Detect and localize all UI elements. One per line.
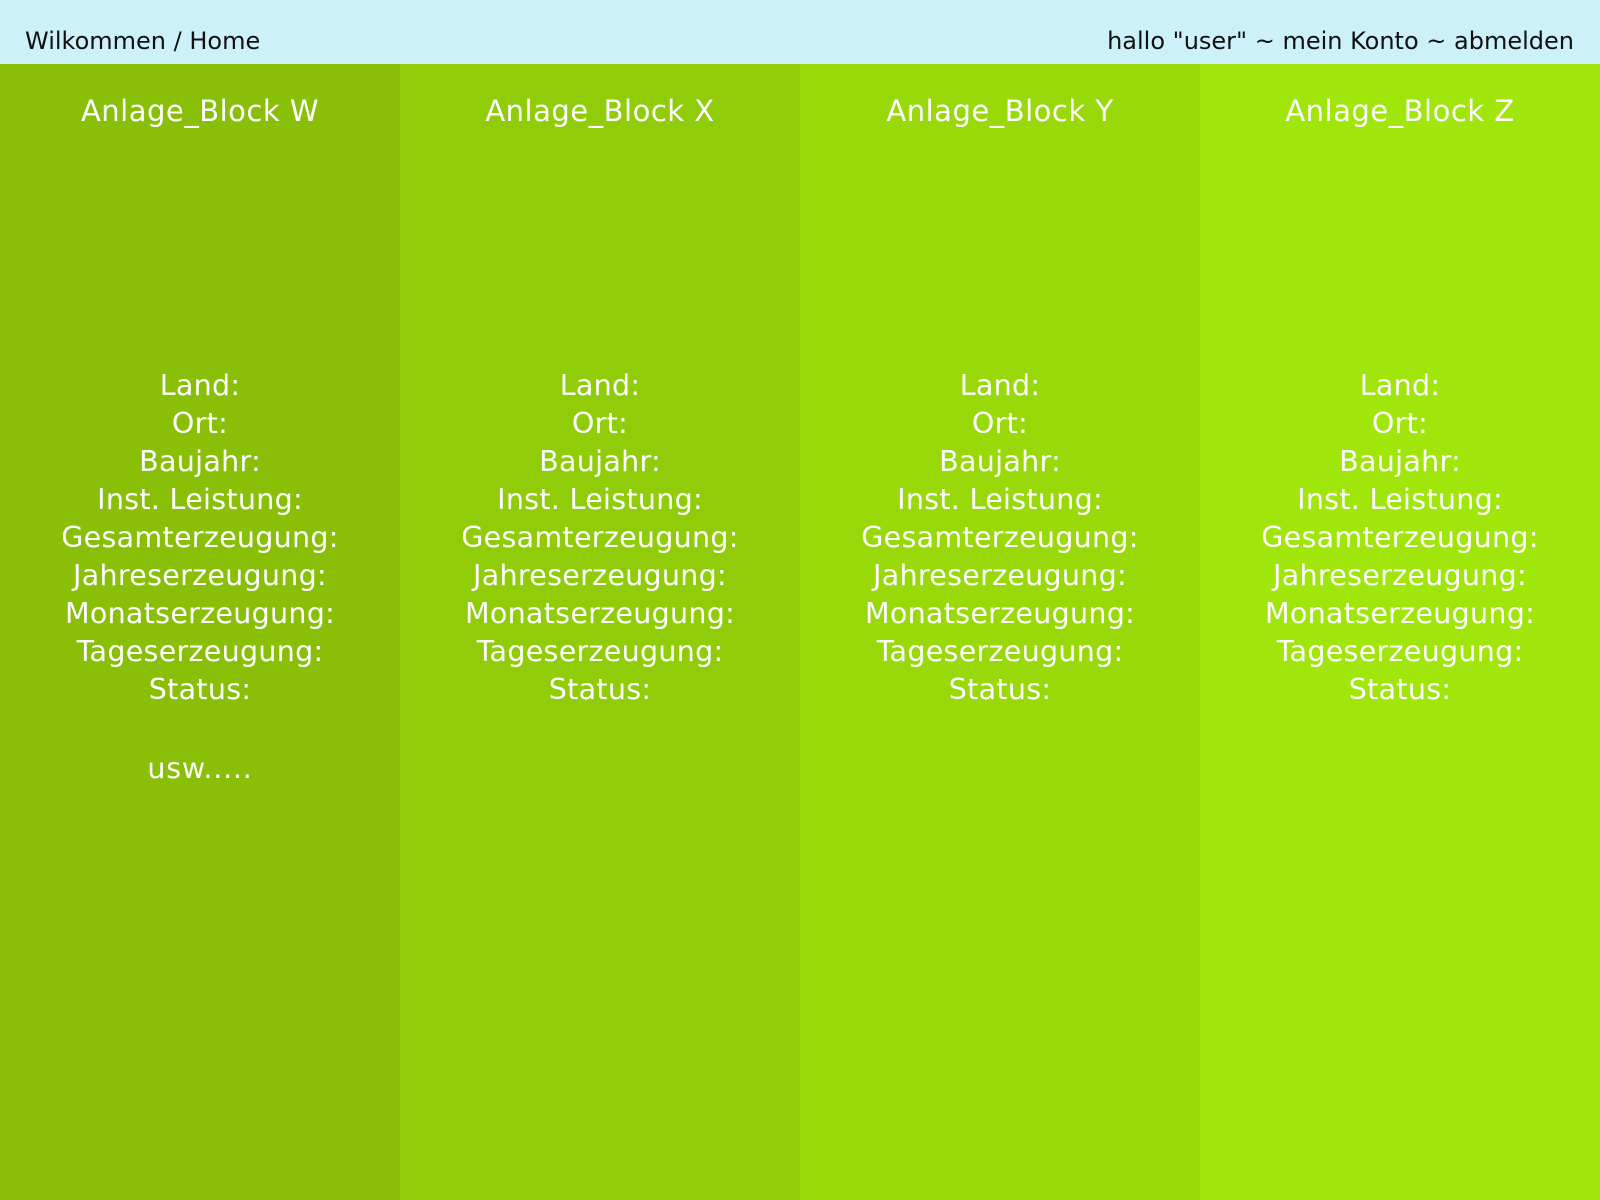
field-leistung-label: Inst. Leistung: (497, 483, 703, 516)
user-menu: hallo "user" ~ mein Konto ~ abmelden (1107, 27, 1574, 55)
field-baujahr-label: Baujahr: (1339, 445, 1461, 478)
plant-columns: Anlage_Block W Land: Ort: Baujahr: Inst.… (0, 64, 1600, 1200)
field-tageserzeugung-label: Tageserzeugung: (476, 635, 724, 668)
breadcrumb: Wilkommen / Home (25, 27, 260, 55)
field-gesamterzeugung-label: Gesamterzeugung: (461, 521, 739, 554)
field-tageserzeugung-label: Tageserzeugung: (1276, 635, 1524, 668)
field-jahreserzeugung-label: Jahreserzeugung: (73, 559, 327, 592)
field-tageserzeugung-label: Tageserzeugung: (76, 635, 324, 668)
plant-block-title[interactable]: Anlage_Block Y (800, 94, 1200, 128)
field-gesamterzeugung-label: Gesamterzeugung: (61, 521, 339, 554)
field-ort-label: Ort: (971, 407, 1029, 440)
plant-block-y: Anlage_Block Y Land: Ort: Baujahr: Inst.… (800, 64, 1200, 1200)
field-leistung-label: Inst. Leistung: (1297, 483, 1503, 516)
field-baujahr-label: Baujahr: (139, 445, 261, 478)
field-tageserzeugung-label: Tageserzeugung: (876, 635, 1124, 668)
field-baujahr-label: Baujahr: (539, 445, 661, 478)
field-status-label: Status: (148, 673, 252, 706)
field-monatserzeugung-label: Monatserzeugung: (1264, 597, 1536, 630)
plant-field-list: Land: Ort: Baujahr: Inst. Leistung: Gesa… (800, 367, 1200, 709)
field-land-label: Land: (159, 369, 241, 402)
field-baujahr-label: Baujahr: (939, 445, 1061, 478)
field-land-label: Land: (559, 369, 641, 402)
plant-field-list: Land: Ort: Baujahr: Inst. Leistung: Gesa… (0, 367, 400, 709)
user-menu-separator: ~ (1247, 27, 1283, 55)
field-monatserzeugung-label: Monatserzeugung: (864, 597, 1136, 630)
breadcrumb-home-link[interactable]: Wilkommen (25, 27, 166, 55)
field-status-label: Status: (1348, 673, 1452, 706)
field-jahreserzeugung-label: Jahreserzeugung: (1273, 559, 1527, 592)
field-land-label: Land: (1359, 369, 1441, 402)
plant-field-list: Land: Ort: Baujahr: Inst. Leistung: Gesa… (1200, 367, 1600, 709)
field-jahreserzeugung-label: Jahreserzeugung: (473, 559, 727, 592)
account-link[interactable]: mein Konto (1282, 27, 1418, 55)
field-ort-label: Ort: (1371, 407, 1429, 440)
field-leistung-label: Inst. Leistung: (97, 483, 303, 516)
field-gesamterzeugung-label: Gesamterzeugung: (861, 521, 1139, 554)
plant-block-z: Anlage_Block Z Land: Ort: Baujahr: Inst.… (1200, 64, 1600, 1200)
plant-block-w: Anlage_Block W Land: Ort: Baujahr: Inst.… (0, 64, 400, 1200)
field-land-label: Land: (959, 369, 1041, 402)
field-status-label: Status: (548, 673, 652, 706)
field-gesamterzeugung-label: Gesamterzeugung: (1261, 521, 1539, 554)
top-bar: Wilkommen / Home hallo "user" ~ mein Kon… (0, 0, 1600, 64)
plant-block-title[interactable]: Anlage_Block Z (1200, 94, 1600, 128)
user-menu-separator: ~ (1418, 27, 1455, 55)
field-jahreserzeugung-label: Jahreserzeugung: (873, 559, 1127, 592)
breadcrumb-separator: / (166, 27, 190, 55)
field-monatserzeugung-label: Monatserzeugung: (464, 597, 736, 630)
plant-field-list: Land: Ort: Baujahr: Inst. Leistung: Gesa… (400, 367, 800, 709)
plant-block-title[interactable]: Anlage_Block X (400, 94, 800, 128)
field-status-label: Status: (948, 673, 1052, 706)
field-ort-label: Ort: (171, 407, 229, 440)
field-leistung-label: Inst. Leistung: (897, 483, 1103, 516)
plant-block-title[interactable]: Anlage_Block W (0, 94, 400, 128)
logout-link[interactable]: abmelden (1454, 27, 1574, 55)
plant-block-x: Anlage_Block X Land: Ort: Baujahr: Inst.… (400, 64, 800, 1200)
greeting-text: hallo "user" (1107, 27, 1248, 55)
field-monatserzeugung-label: Monatserzeugung: (64, 597, 336, 630)
field-ort-label: Ort: (571, 407, 629, 440)
breadcrumb-current: Home (189, 27, 261, 55)
more-text: usw..... (147, 752, 253, 785)
